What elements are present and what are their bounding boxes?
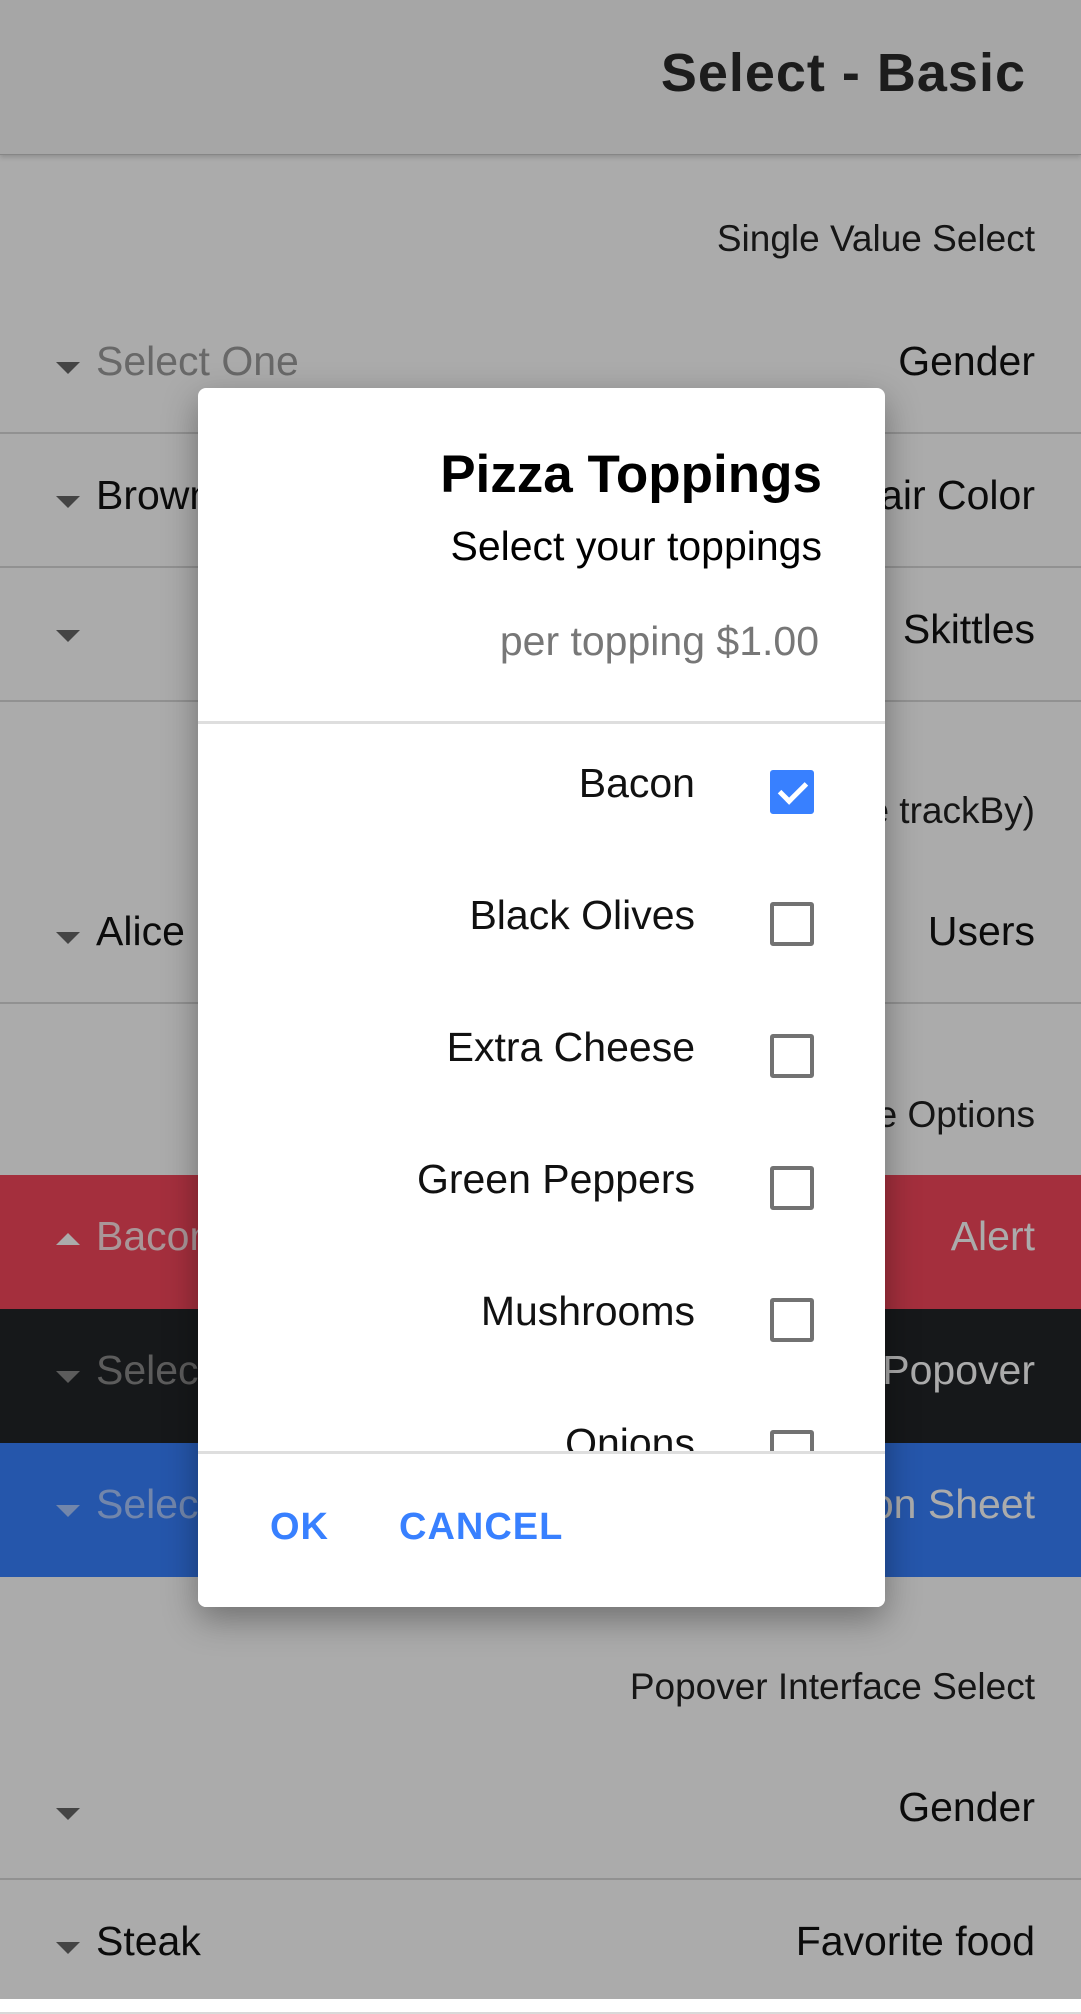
option-label: Mushrooms <box>480 1288 695 1334</box>
ok-button[interactable]: OK <box>270 1506 329 1549</box>
checkbox-icon[interactable] <box>770 1034 814 1078</box>
option-extra-cheese[interactable]: Extra Cheese <box>198 988 885 1120</box>
checkbox-icon[interactable] <box>770 1430 814 1451</box>
option-label: Bacon <box>578 760 695 806</box>
option-label: Extra Cheese <box>446 1024 695 1070</box>
option-bacon[interactable]: Bacon <box>198 724 885 856</box>
option-green-peppers[interactable]: Green Peppers <box>198 1120 885 1252</box>
dialog-title: Pizza Toppings <box>440 445 822 504</box>
alert-dialog: Pizza Toppings Select your toppings per … <box>198 388 885 1607</box>
checkbox-icon[interactable] <box>770 902 814 946</box>
dialog-subtitle: Select your toppings <box>450 523 822 569</box>
option-onions[interactable]: Onions <box>198 1384 885 1451</box>
dialog-header: Pizza Toppings Select your toppings per … <box>198 388 885 724</box>
checkbox-checked-icon[interactable] <box>770 770 814 814</box>
cancel-button[interactable]: CANCEL <box>399 1506 563 1549</box>
dialog-message: per topping $1.00 <box>499 618 819 664</box>
option-label: Green Peppers <box>416 1156 695 1202</box>
option-mushrooms[interactable]: Mushrooms <box>198 1252 885 1384</box>
checkbox-icon[interactable] <box>770 1298 814 1342</box>
option-label: Onions <box>565 1420 695 1451</box>
option-label: Black Olives <box>469 892 695 938</box>
dialog-footer: OK CANCEL <box>198 1451 885 1607</box>
options-list[interactable]: Bacon Black Olives Extra Cheese Green Pe… <box>198 724 885 1451</box>
option-black-olives[interactable]: Black Olives <box>198 856 885 988</box>
checkbox-icon[interactable] <box>770 1166 814 1210</box>
